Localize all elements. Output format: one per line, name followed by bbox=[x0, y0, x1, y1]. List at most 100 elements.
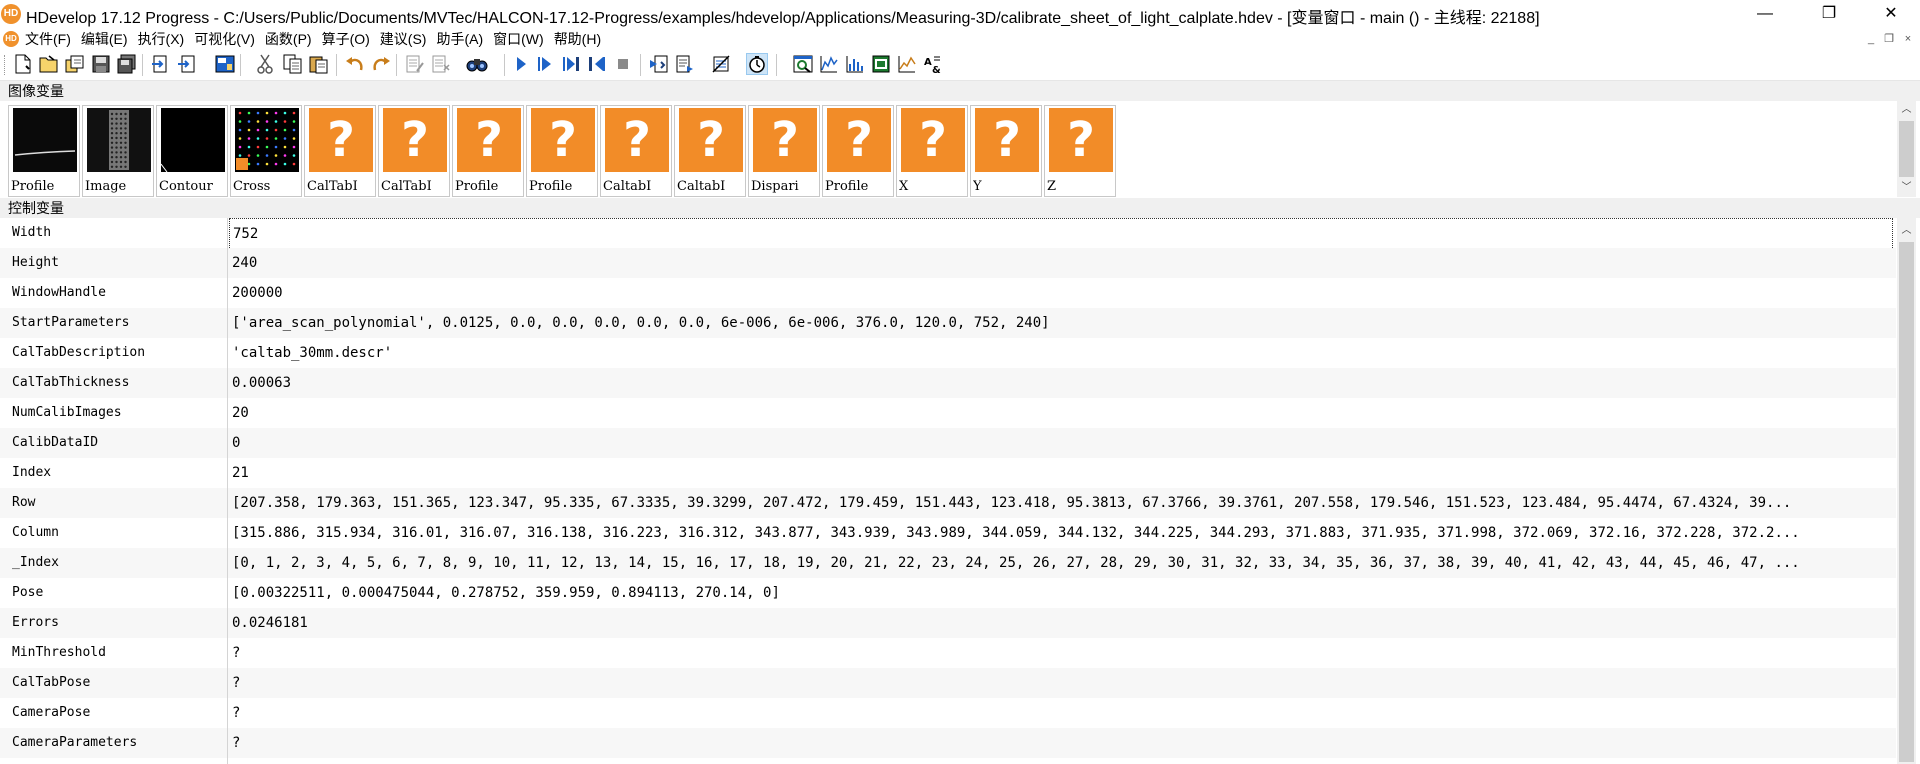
image-variable-unknown[interactable]: ? Profile bbox=[526, 105, 598, 197]
histogram-icon[interactable] bbox=[818, 53, 840, 75]
profiler-icon[interactable] bbox=[746, 53, 768, 75]
save-all-icon[interactable] bbox=[116, 53, 138, 75]
ocr-icon[interactable]: A & bbox=[922, 53, 944, 75]
control-variable-value[interactable]: ? bbox=[232, 728, 1892, 758]
menu-item[interactable]: 算子(O) bbox=[320, 29, 378, 49]
halcon-app-icon[interactable]: HD bbox=[1, 4, 21, 24]
control-variable-row[interactable]: Height 240 bbox=[0, 248, 1896, 278]
paste-icon[interactable] bbox=[308, 53, 330, 75]
save-icon[interactable] bbox=[90, 53, 112, 75]
menu-item[interactable]: 执行(X) bbox=[136, 29, 193, 49]
mdi-minimize-button[interactable]: _ bbox=[1862, 30, 1880, 48]
menu-item[interactable]: 助手(A) bbox=[434, 29, 491, 49]
mdi-restore-button[interactable]: ❐ bbox=[1880, 30, 1898, 48]
control-variable-value[interactable]: [315.886, 315.934, 316.01, 316.07, 316.1… bbox=[232, 518, 1892, 548]
image-variable-unknown[interactable]: ? Z bbox=[1044, 105, 1116, 197]
image-variable-unknown[interactable]: ? CaltabI bbox=[600, 105, 672, 197]
find-icon[interactable] bbox=[466, 53, 488, 75]
control-variable-value[interactable]: 20 bbox=[232, 398, 1892, 428]
scroll-up-icon[interactable]: ︿ bbox=[1897, 222, 1916, 240]
control-variable-value[interactable]: [0, 1, 2, 3, 4, 5, 6, 7, 8, 9, 10, 11, 1… bbox=[232, 548, 1892, 578]
control-variable-row[interactable]: Width 752 bbox=[0, 218, 1896, 250]
control-panel-scrollbar[interactable]: ︿ bbox=[1897, 218, 1916, 764]
control-variable-row[interactable]: Index 21 bbox=[0, 458, 1896, 488]
control-variable-value[interactable]: [0.00322511, 0.000475044, 0.278752, 359.… bbox=[232, 578, 1892, 608]
menu-item[interactable]: 可视化(V) bbox=[192, 29, 263, 49]
toolbar-grip[interactable] bbox=[4, 55, 8, 75]
control-variable-row[interactable]: CalTabThickness 0.00063 bbox=[0, 368, 1896, 398]
control-variable-row[interactable]: NumCalibImages 20 bbox=[0, 398, 1896, 428]
reset-procedure-icon[interactable] bbox=[674, 53, 696, 75]
step-out-icon[interactable] bbox=[586, 53, 608, 75]
new-file-icon[interactable] bbox=[12, 53, 34, 75]
image-variable-cross[interactable]: Cross bbox=[230, 105, 302, 197]
control-variable-row[interactable]: CalibDataID 0 bbox=[0, 428, 1896, 458]
comment-icon[interactable] bbox=[404, 53, 426, 75]
menu-item[interactable]: 函数(P) bbox=[263, 29, 320, 49]
mdi-close-button[interactable]: × bbox=[1899, 30, 1917, 48]
menu-item[interactable]: 建议(S) bbox=[378, 29, 435, 49]
reset-program-icon[interactable] bbox=[648, 53, 670, 75]
scroll-thumb[interactable] bbox=[1899, 121, 1914, 177]
control-variable-value[interactable]: [207.358, 179.363, 151.365, 123.347, 95.… bbox=[232, 488, 1892, 518]
column-divider[interactable] bbox=[227, 218, 228, 764]
control-variable-row[interactable]: Row [207.358, 179.363, 151.365, 123.347, … bbox=[0, 488, 1896, 518]
image-panel-scrollbar[interactable]: ︿ ﹀ bbox=[1897, 101, 1916, 197]
step-into-proc-icon[interactable] bbox=[560, 53, 582, 75]
menu-item[interactable]: 文件(F) bbox=[23, 29, 79, 49]
image-variable-contour[interactable]: Contour bbox=[156, 105, 228, 197]
menu-item[interactable]: 窗口(W) bbox=[491, 29, 552, 49]
line-profile-icon[interactable] bbox=[844, 53, 866, 75]
open-file-icon[interactable] bbox=[38, 53, 60, 75]
uncomment-icon[interactable] bbox=[430, 53, 452, 75]
feature-inspection-icon[interactable] bbox=[896, 53, 918, 75]
control-variable-value[interactable]: 240 bbox=[232, 248, 1892, 278]
image-variable-profile[interactable]: Profile bbox=[8, 105, 80, 197]
control-variable-row[interactable]: Column [315.886, 315.934, 316.01, 316.07,… bbox=[0, 518, 1896, 548]
control-variable-value[interactable]: 21 bbox=[232, 458, 1892, 488]
close-window-button[interactable]: ✕ bbox=[1862, 0, 1920, 29]
activate-icon[interactable] bbox=[710, 53, 732, 75]
menu-item[interactable]: 帮助(H) bbox=[552, 29, 609, 49]
image-variable-unknown[interactable]: ? CaltabI bbox=[674, 105, 746, 197]
control-variable-row[interactable]: WindowHandle 200000 bbox=[0, 278, 1896, 308]
image-variable-image[interactable]: Image bbox=[82, 105, 154, 197]
scroll-down-icon[interactable]: ﹀ bbox=[1897, 179, 1916, 197]
graphics-window-icon[interactable] bbox=[792, 53, 814, 75]
undo-icon[interactable] bbox=[344, 53, 366, 75]
control-variable-row[interactable]: CameraPose? bbox=[0, 698, 1896, 728]
control-variable-row[interactable]: Errors 0.0246181 bbox=[0, 608, 1896, 638]
insert-icon[interactable] bbox=[150, 53, 172, 75]
control-variable-row[interactable]: StartParameters ['area_scan_polynomial', … bbox=[0, 308, 1896, 338]
image-variable-unknown[interactable]: ? CalTabI bbox=[304, 105, 376, 197]
image-variable-unknown[interactable]: ? Y bbox=[970, 105, 1042, 197]
menu-item[interactable]: 编辑(E) bbox=[79, 29, 136, 49]
program-icon[interactable] bbox=[214, 53, 236, 75]
control-variable-row[interactable]: CalTabDescription 'caltab_30mm.descr' bbox=[0, 338, 1896, 368]
run-icon[interactable] bbox=[510, 53, 532, 75]
stop-icon[interactable] bbox=[612, 53, 634, 75]
control-variable-value[interactable]: 0.00063 bbox=[232, 368, 1892, 398]
browse-examples-icon[interactable] bbox=[64, 53, 86, 75]
control-variable-row[interactable]: CalTabPose? bbox=[0, 668, 1896, 698]
control-variable-row[interactable]: Pose [0.00322511, 0.000475044, 0.278752, … bbox=[0, 578, 1896, 608]
mdi-child-icon[interactable]: HD bbox=[3, 31, 19, 47]
step-over-icon[interactable] bbox=[534, 53, 556, 75]
restore-button[interactable]: ❐ bbox=[1800, 0, 1858, 29]
control-variable-value[interactable]: 752 bbox=[229, 218, 1893, 250]
image-variable-unknown[interactable]: ? Profile bbox=[452, 105, 524, 197]
image-variable-unknown[interactable]: ? X bbox=[896, 105, 968, 197]
control-variable-value[interactable]: ? bbox=[232, 668, 1892, 698]
feature-histogram-icon[interactable] bbox=[870, 53, 892, 75]
control-variable-value[interactable]: ? bbox=[232, 638, 1892, 668]
redo-icon[interactable] bbox=[370, 53, 392, 75]
scroll-up-icon[interactable]: ︿ bbox=[1897, 101, 1916, 119]
control-variable-value[interactable]: 0 bbox=[232, 428, 1892, 458]
image-variable-unknown[interactable]: ? Dispari bbox=[748, 105, 820, 197]
image-variable-unknown[interactable]: ? Profile bbox=[822, 105, 894, 197]
minimize-button[interactable]: — bbox=[1736, 0, 1794, 29]
control-variable-row[interactable]: CameraParameters? bbox=[0, 728, 1896, 758]
cut-icon[interactable] bbox=[254, 53, 276, 75]
copy-icon[interactable] bbox=[282, 53, 304, 75]
control-variable-value[interactable]: 200000 bbox=[232, 278, 1892, 308]
